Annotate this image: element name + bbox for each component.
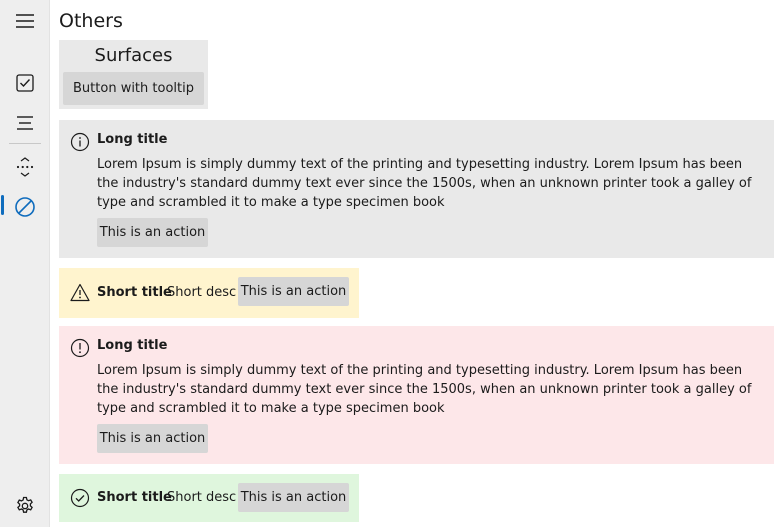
info-icon xyxy=(70,132,90,152)
error-icon xyxy=(70,338,90,358)
infobar-message: Lorem Ipsum is simply dummy text of the … xyxy=(97,157,752,210)
infobar-title: Long title xyxy=(97,338,168,353)
main-content: Others Surfaces Button with tooltip Long… xyxy=(51,0,778,527)
surfaces-title: Surfaces xyxy=(94,45,173,66)
checkbox-icon[interactable] xyxy=(5,65,45,101)
infobar-action-button[interactable]: This is an action xyxy=(97,218,208,247)
infobar-action-button[interactable]: This is an action xyxy=(238,277,349,306)
infobar-message: Lorem Ipsum is simply dummy text of the … xyxy=(97,363,752,416)
infobar-action-button[interactable]: This is an action xyxy=(238,483,349,512)
blocked-icon[interactable] xyxy=(5,189,45,225)
hamburger-menu-icon[interactable] xyxy=(5,3,45,39)
checkmark-circle-icon xyxy=(70,488,90,508)
infobar-title: Long title xyxy=(97,132,168,147)
infobar-title: Short title xyxy=(97,490,172,505)
infobar-message: Short desc xyxy=(167,285,237,300)
selection-indicator xyxy=(1,195,4,215)
more-icon[interactable] xyxy=(5,149,45,185)
infobar-success: Short title Short desc This is an action xyxy=(59,474,359,522)
infobar-title: Short title xyxy=(97,285,172,300)
navigation-pane xyxy=(0,0,50,527)
infobar-action-button[interactable]: This is an action xyxy=(97,424,208,453)
infobar-message: Short desc xyxy=(167,490,237,505)
nav-divider xyxy=(9,143,41,144)
infobar-error: Long title Lorem Ipsum is simply dummy t… xyxy=(59,326,774,464)
infobar-informational: Long title Lorem Ipsum is simply dummy t… xyxy=(59,120,774,258)
settings-icon[interactable] xyxy=(5,488,45,524)
surfaces-panel: Surfaces Button with tooltip xyxy=(59,40,208,109)
list-icon[interactable] xyxy=(5,105,45,141)
tooltip-button[interactable]: Button with tooltip xyxy=(63,72,204,105)
warning-icon xyxy=(70,283,90,302)
infobar-warning: Short title Short desc This is an action xyxy=(59,268,359,318)
page-title: Others xyxy=(59,10,123,32)
